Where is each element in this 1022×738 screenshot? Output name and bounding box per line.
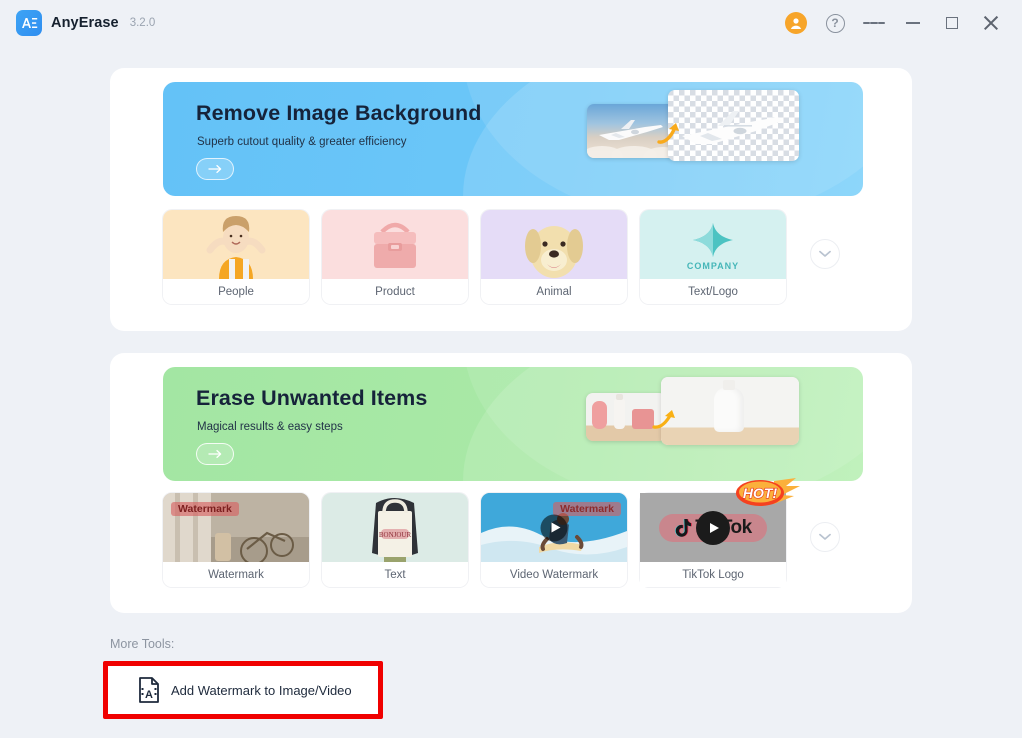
more-tools-highlight: A Add Watermark to Image/Video xyxy=(103,661,383,719)
tile-watermark-image: Watermark xyxy=(163,493,309,562)
banner-subtitle: Magical results & easy steps xyxy=(197,421,343,433)
tile-video-watermark[interactable]: Watermark Video Watermark xyxy=(481,493,627,587)
tile-people-image xyxy=(163,210,309,279)
chevron-down-icon-erase-items[interactable] xyxy=(810,522,840,552)
add-watermark-label: Add Watermark to Image/Video xyxy=(171,682,352,698)
account-avatar-icon[interactable] xyxy=(785,12,807,34)
tile-watermark-overlay-text: Watermark xyxy=(171,502,239,516)
banner-title: Remove Image Background xyxy=(196,101,482,125)
banner-title: Erase Unwanted Items xyxy=(196,386,428,410)
tile-row-erase-items: Watermark Watermark BONJOUR Text Waterma… xyxy=(163,478,840,587)
banner-remove-background[interactable]: Remove Image Background Superb cutout qu… xyxy=(163,82,863,196)
tile-tiktok-image: TikTok HOT! xyxy=(640,478,800,562)
window-actions: ? xyxy=(785,12,1002,34)
play-icon[interactable] xyxy=(540,514,568,541)
help-icon[interactable]: ? xyxy=(824,12,846,34)
tile-animal[interactable]: Animal xyxy=(481,210,627,304)
menu-icon[interactable] xyxy=(863,12,885,34)
svg-text:HOT!: HOT! xyxy=(743,485,778,501)
app-brand: AnyErase 3.2.0 xyxy=(16,10,155,36)
tile-text-logo-label: Text/Logo xyxy=(640,279,786,304)
minimize-icon[interactable] xyxy=(902,12,924,34)
tile-text[interactable]: BONJOUR Text xyxy=(322,493,468,587)
tile-text-logo[interactable]: COMPANY Text/Logo xyxy=(640,210,786,304)
hot-badge-icon: HOT! xyxy=(736,478,800,506)
chevron-down-icon-remove-background[interactable] xyxy=(810,239,840,269)
tile-row-remove-background: People Product Animal COMPANY Text/Logo xyxy=(163,210,840,304)
transform-arrow-icon xyxy=(652,410,675,429)
tile-product-image xyxy=(322,210,468,279)
tile-logo-overlay-text: COMPANY xyxy=(686,260,740,271)
title-bar: AnyErase 3.2.0 ? xyxy=(0,0,1022,46)
maximize-icon[interactable] xyxy=(941,12,963,34)
app-version: 3.2.0 xyxy=(129,17,156,29)
tile-tiktok-logo[interactable]: TikTok HOT! TikTok Logo xyxy=(640,478,800,587)
app-name: AnyErase xyxy=(51,15,119,31)
arrow-right-icon[interactable] xyxy=(196,158,234,180)
close-icon[interactable] xyxy=(980,12,1002,34)
tile-people[interactable]: People xyxy=(163,210,309,304)
svg-text:A: A xyxy=(145,689,153,701)
section-remove-background: Remove Image Background Superb cutout qu… xyxy=(110,68,912,331)
tile-people-label: People xyxy=(163,279,309,304)
tile-text-logo-image: COMPANY xyxy=(640,210,786,279)
document-watermark-icon: A xyxy=(139,677,159,703)
banner-subtitle: Superb cutout quality & greater efficien… xyxy=(197,136,407,148)
tile-animal-label: Animal xyxy=(481,279,627,304)
tile-product-label: Product xyxy=(322,279,468,304)
arrow-right-icon[interactable] xyxy=(196,443,234,465)
tile-product[interactable]: Product xyxy=(322,210,468,304)
play-icon[interactable] xyxy=(696,510,730,545)
add-watermark-button[interactable]: A Add Watermark to Image/Video xyxy=(112,670,374,710)
tile-tiktok-logo-label: TikTok Logo xyxy=(640,562,786,587)
tile-video-watermark-image: Watermark xyxy=(481,493,627,562)
tile-video-overlay-text: Watermark xyxy=(553,502,621,516)
svg-text:BONJOUR: BONJOUR xyxy=(379,531,412,539)
banner-erase-items[interactable]: Erase Unwanted Items Magical results & e… xyxy=(163,367,863,481)
tile-animal-image xyxy=(481,210,627,279)
app-logo-icon xyxy=(16,10,42,36)
tile-video-watermark-label: Video Watermark xyxy=(481,562,627,587)
transform-arrow-icon xyxy=(657,123,679,144)
tile-text-label: Text xyxy=(322,562,468,587)
section-erase-items: Erase Unwanted Items Magical results & e… xyxy=(110,353,912,613)
tile-watermark-label: Watermark xyxy=(163,562,309,587)
tile-text-image: BONJOUR xyxy=(322,493,468,562)
tile-watermark[interactable]: Watermark Watermark xyxy=(163,493,309,587)
more-tools-label: More Tools: xyxy=(110,637,175,651)
